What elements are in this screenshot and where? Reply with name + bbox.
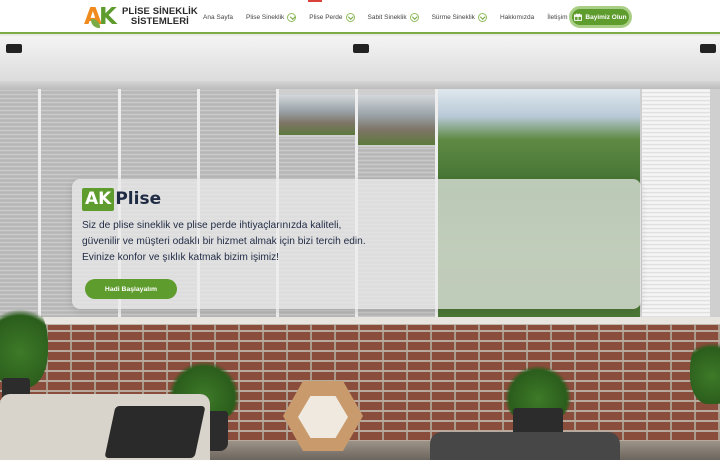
chevron-down-icon	[287, 12, 297, 22]
pleated-blind	[640, 89, 710, 317]
hero-badge: AK	[82, 188, 115, 211]
logo-letter-k: K	[99, 4, 117, 30]
lounge-chair	[430, 432, 620, 460]
window-view	[358, 95, 435, 145]
brand-logo[interactable]: A K PLİSE SİNEKLİK SİSTEMLERİ	[84, 4, 198, 30]
nav-item-label: Sürme Sineklik	[431, 13, 475, 21]
ceiling-beam	[0, 81, 720, 89]
nav-item-contact[interactable]: İletişim	[547, 14, 567, 21]
nav-item-label: İletişim	[547, 13, 568, 21]
hero-title: AK Plise	[82, 188, 161, 211]
nav-item-surme-sineklik[interactable]: Sürme Sineklik	[431, 12, 487, 22]
sofa-throw	[104, 406, 206, 458]
hero-card: AK Plise Siz de plise sineklik ve plise …	[72, 179, 641, 309]
chevron-down-icon	[345, 12, 355, 22]
hero-title-text: Plise	[115, 189, 162, 209]
ceiling-spotlight	[353, 44, 369, 53]
brand-name-line2: SİSTEMLERİ	[130, 16, 189, 27]
nav-item-label: Ana Sayfa	[203, 13, 233, 21]
get-started-button[interactable]: Hadi Başlayalım	[85, 279, 177, 299]
nav-item-plise-perde[interactable]: Plise Perde	[309, 12, 355, 22]
become-dealer-label: Bayimiz Olun	[585, 13, 627, 21]
nav-item-label: Plise Sineklik	[246, 13, 285, 21]
window-sill	[0, 317, 720, 325]
nav-item-label: Plise Perde	[309, 13, 343, 21]
nav-item-home[interactable]: Ana Sayfa	[203, 14, 233, 21]
nav-item-label: Hakkımızda	[499, 13, 535, 21]
window-view	[279, 95, 355, 135]
nav-item-label: Sabit Sineklik	[367, 13, 407, 21]
main-nav: Ana Sayfa Plise Sineklik Plise Perde Sab…	[203, 0, 581, 34]
logo-mark: A K	[84, 4, 118, 30]
nav-item-sabit-sineklik[interactable]: Sabit Sineklik	[367, 12, 419, 22]
chevron-down-icon	[409, 12, 419, 22]
site-header: A K PLİSE SİNEKLİK SİSTEMLERİ Ana Sayfa …	[0, 0, 720, 34]
gift-icon	[574, 13, 583, 21]
ceiling-spotlight	[6, 44, 22, 53]
brand-name: PLİSE SİNEKLİK SİSTEMLERİ	[122, 7, 198, 27]
pleated-blind	[0, 89, 38, 317]
nav-item-about[interactable]: Hakkımızda	[500, 14, 534, 21]
ceiling-spotlight	[700, 44, 716, 53]
become-dealer-button[interactable]: Bayimiz Olun	[569, 6, 632, 28]
ceiling	[0, 36, 720, 81]
nav-item-plise-sineklik[interactable]: Plise Sineklik	[246, 12, 297, 22]
chevron-down-icon	[477, 12, 487, 22]
active-indicator	[308, 0, 322, 2]
hero-description: Siz de plise sineklik ve plise perde iht…	[82, 220, 366, 263]
